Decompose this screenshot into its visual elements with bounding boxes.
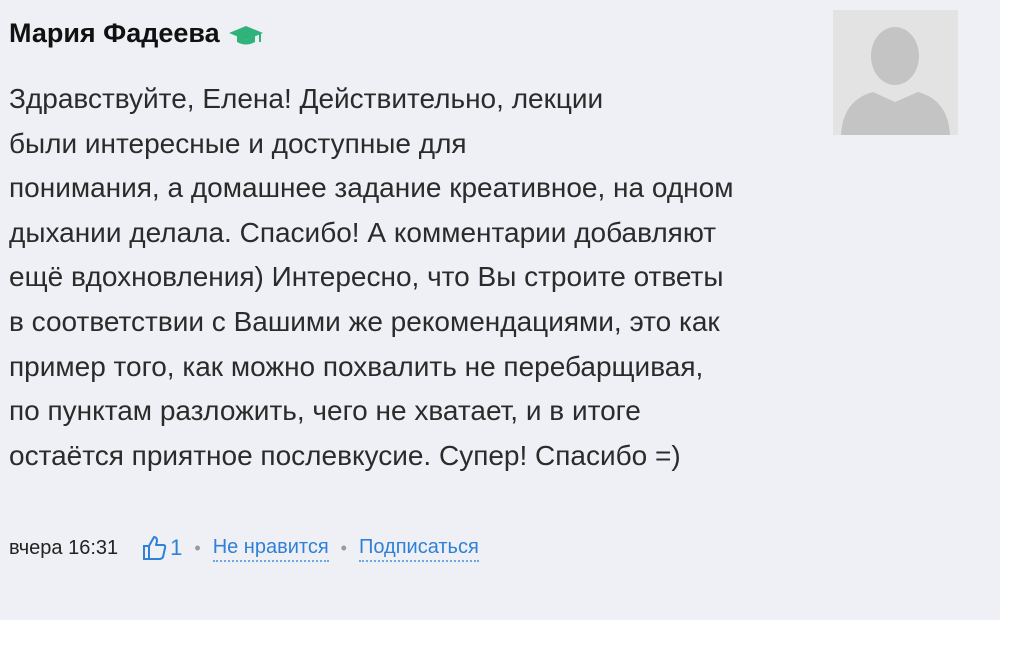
thumbs-up-icon — [140, 534, 168, 562]
graduation-cap-icon — [228, 20, 264, 46]
comment-card: Мария Фадеева Здравствуйте, Елена! Дейст… — [0, 0, 1000, 620]
author-name[interactable]: Мария Фадеева — [9, 13, 220, 53]
separator-dot: • — [194, 538, 201, 558]
like-count: 1 — [170, 535, 183, 560]
comment-meta: вчера 16:31 1 • Не нравится • Подписатьс… — [9, 528, 479, 568]
dislike-link[interactable]: Не нравится — [212, 534, 329, 562]
comment-time[interactable]: вчера 16:31 — [9, 528, 118, 568]
comment-author: Мария Фадеева — [9, 13, 264, 53]
like-button[interactable]: 1 — [140, 528, 182, 568]
subscribe-link[interactable]: Подписаться — [358, 534, 479, 562]
comment-text: Здравствуйте, Елена! Действительно, лекц… — [9, 83, 734, 471]
separator-dot: • — [340, 538, 347, 558]
